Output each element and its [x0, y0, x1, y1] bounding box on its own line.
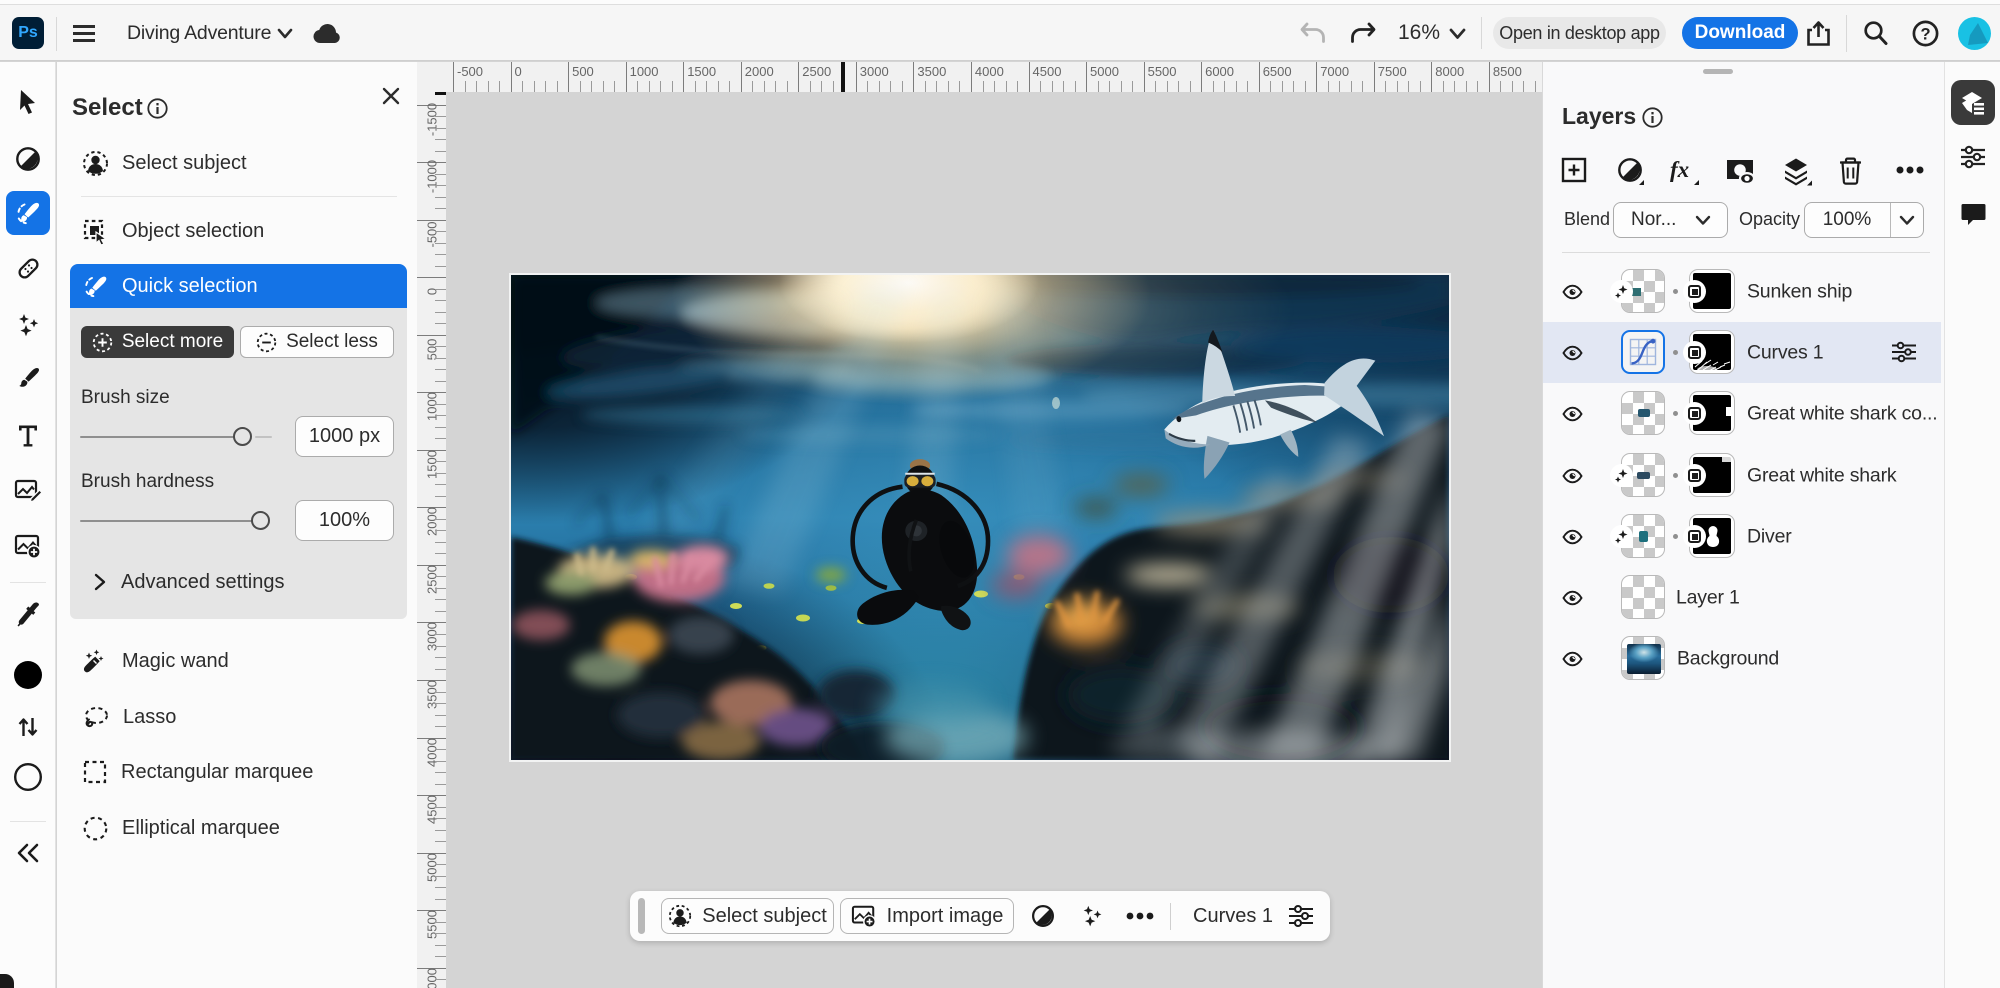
svg-text:fx: fx — [1670, 157, 1689, 182]
svg-text:?: ? — [1920, 26, 1930, 44]
